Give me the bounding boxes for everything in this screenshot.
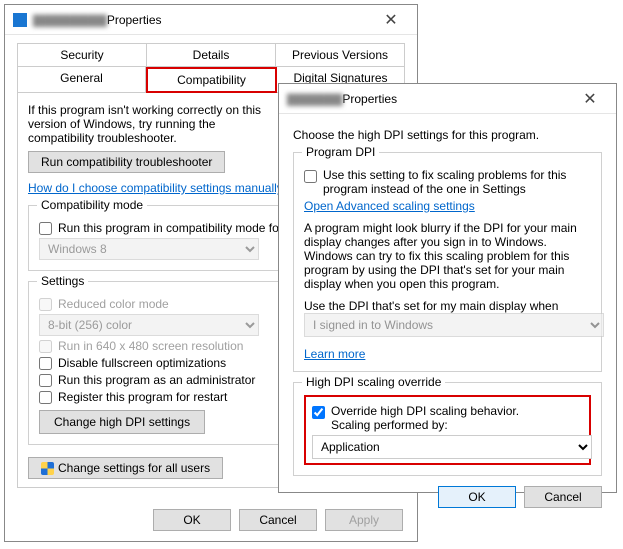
settings-legend: Settings (37, 274, 88, 288)
tab-previous-versions[interactable]: Previous Versions (276, 44, 404, 67)
program-dpi-legend: Program DPI (302, 145, 379, 159)
override-checkbox[interactable]: Override high DPI scaling behavior. Scal… (312, 404, 583, 432)
app-icon (13, 13, 27, 27)
tab-details[interactable]: Details (147, 44, 276, 67)
run-as-admin-input[interactable] (39, 374, 52, 387)
disable-fullscreen-input[interactable] (39, 357, 52, 370)
change-all-users-button[interactable]: Change settings for all users (28, 457, 223, 479)
use-dpi-label: Use the DPI that's set for my main displ… (304, 299, 591, 313)
override-highlight: Override high DPI scaling behavior. Scal… (304, 395, 591, 465)
run-troubleshooter-button[interactable]: Run compatibility troubleshooter (28, 151, 225, 173)
title-suffix-2: Properties (342, 92, 397, 106)
title-suffix: Properties (107, 13, 162, 27)
dpi-intro: Choose the high DPI settings for this pr… (293, 128, 602, 142)
close-icon-2[interactable]: ✕ (570, 89, 610, 109)
advanced-scaling-link[interactable]: Open Advanced scaling settings (304, 199, 475, 213)
color-mode-select[interactable]: 8-bit (256) color (39, 314, 259, 336)
titlebar: ▇▇▇▇▇▇▇▇ Properties ✕ (5, 5, 417, 35)
reduced-color-input[interactable] (39, 298, 52, 311)
scaling-performed-select[interactable]: Application (312, 435, 592, 459)
compat-mode-legend: Compatibility mode (37, 198, 147, 212)
titlebar-2: ▇▇▇▇▇▇ Properties ✕ (279, 84, 616, 114)
app-name-blurred: ▇▇▇▇▇▇▇▇ (33, 13, 107, 27)
compat-description: If this program isn't working correctly … (28, 103, 278, 145)
register-restart-input[interactable] (39, 391, 52, 404)
dpi-override-legend: High DPI scaling override (302, 375, 445, 389)
run-640-input[interactable] (39, 340, 52, 353)
cancel-button-2[interactable]: Cancel (524, 486, 602, 508)
dpi-dialog-buttons: OK Cancel (279, 476, 616, 518)
change-high-dpi-button[interactable]: Change high DPI settings (39, 410, 205, 434)
program-dpi-group: Program DPI Use this setting to fix scal… (293, 152, 602, 372)
use-setting-input[interactable] (304, 170, 317, 183)
app-name-blurred-2: ▇▇▇▇▇▇ (287, 92, 342, 106)
tab-general[interactable]: General (18, 67, 146, 93)
ok-button-2[interactable]: OK (438, 486, 516, 508)
dpi-blurb: A program might look blurry if the DPI f… (304, 221, 591, 291)
compat-mode-check-input[interactable] (39, 222, 52, 235)
use-setting-checkbox[interactable]: Use this setting to fix scaling problems… (304, 168, 591, 196)
close-icon[interactable]: ✕ (371, 10, 411, 30)
dpi-override-group: High DPI scaling override Override high … (293, 382, 602, 476)
manual-settings-link[interactable]: How do I choose compatibility settings m… (28, 181, 289, 195)
high-dpi-window: ▇▇▇▇▇▇ Properties ✕ Choose the high DPI … (278, 83, 617, 493)
override-input[interactable] (312, 406, 325, 419)
tab-security[interactable]: Security (18, 44, 147, 67)
learn-more-link[interactable]: Learn more (304, 347, 365, 361)
shield-icon (41, 462, 54, 475)
tab-compatibility[interactable]: Compatibility (146, 67, 277, 93)
dpi-when-select[interactable]: I signed in to Windows (304, 313, 604, 337)
ok-button[interactable]: OK (153, 509, 231, 531)
compat-mode-select[interactable]: Windows 8 (39, 238, 259, 260)
